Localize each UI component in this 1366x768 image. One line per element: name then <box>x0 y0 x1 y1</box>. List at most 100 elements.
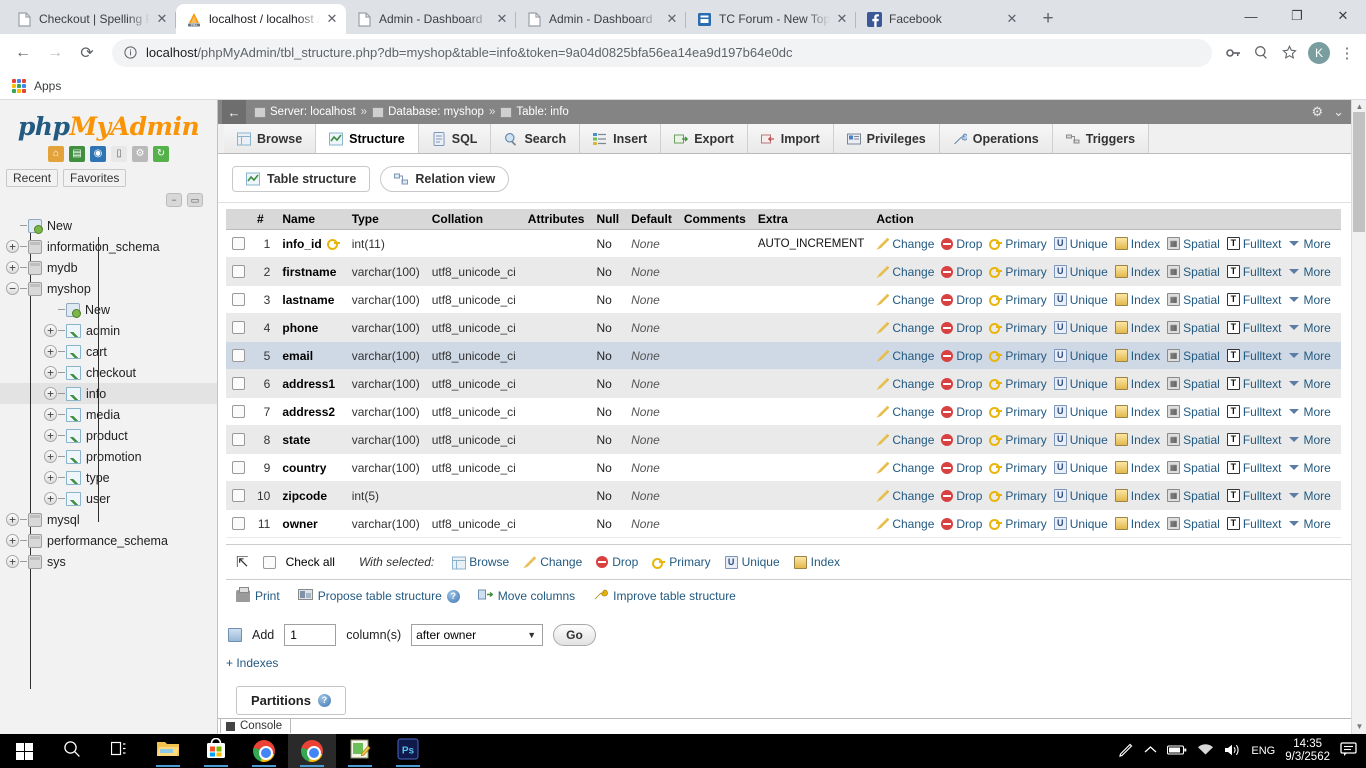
tree-item-new[interactable]: New <box>0 299 217 320</box>
action-drop[interactable]: Drop <box>941 349 982 363</box>
indexes-toggle[interactable]: + Indexes <box>218 650 1366 670</box>
action-spatial[interactable]: ▦ Spatial <box>1167 433 1220 447</box>
star-icon[interactable] <box>1276 40 1302 66</box>
volume-icon[interactable] <box>1224 743 1241 760</box>
expand-node-icon[interactable]: + <box>6 534 19 547</box>
recent-button[interactable]: Recent <box>6 169 59 187</box>
browser-tab-5[interactable]: Facebook ✕ <box>856 4 1026 34</box>
tab-sql[interactable]: SQL <box>418 124 492 153</box>
table-row[interactable]: 6 address1 varchar(100) utf8_unicode_ci No No… <box>226 369 1341 398</box>
action-drop[interactable]: Drop <box>941 517 982 531</box>
tree-item-myshop[interactable]: − myshop <box>0 278 217 299</box>
collapse-node-icon[interactable]: − <box>6 282 19 295</box>
action-primary[interactable]: Primary <box>989 517 1047 531</box>
tree-item-promotion[interactable]: + promotion <box>0 446 217 467</box>
action-unique[interactable]: U Unique <box>1053 265 1108 279</box>
action-more[interactable]: More <box>1288 461 1331 475</box>
tree-item-mydb[interactable]: + mydb <box>0 257 217 278</box>
expand-node-icon[interactable]: + <box>44 450 57 463</box>
breadcrumb-database[interactable]: Database: myshop <box>388 106 484 118</box>
table-row[interactable]: 5 email varchar(100) utf8_unicode_ci No None C… <box>226 341 1341 370</box>
row-checkbox[interactable] <box>232 404 245 418</box>
table-row[interactable]: 8 state varchar(100) utf8_unicode_ci No None C… <box>226 425 1341 454</box>
tree-item-media[interactable]: + media <box>0 404 217 425</box>
action-drop[interactable]: Drop <box>941 321 982 335</box>
expand-node-icon[interactable]: + <box>44 366 57 379</box>
tab-import[interactable]: Import <box>747 124 834 153</box>
action-more[interactable]: More <box>1288 377 1331 391</box>
tab-relation-view[interactable]: Relation view <box>380 166 510 192</box>
indexes-link[interactable]: + Indexes <box>226 656 278 670</box>
page-scrollbar[interactable]: ▲ ▼ <box>1351 100 1366 734</box>
action-change[interactable]: Change <box>876 517 934 531</box>
close-icon[interactable]: ✕ <box>664 11 680 27</box>
action-primary[interactable]: Primary <box>989 349 1047 363</box>
action-unique[interactable]: U Unique <box>1053 377 1108 391</box>
action-spatial[interactable]: ▦ Spatial <box>1167 293 1220 307</box>
reload-icon[interactable]: ⟳ <box>72 38 102 68</box>
tab-search[interactable]: Search <box>491 124 581 153</box>
action-change[interactable]: Change <box>876 237 934 251</box>
action-more[interactable]: More <box>1288 405 1331 419</box>
action-fulltext[interactable]: T Fulltext <box>1226 237 1282 251</box>
expand-node-icon[interactable]: + <box>6 555 19 568</box>
action-more[interactable]: More <box>1288 293 1331 307</box>
action-spatial[interactable]: ▦ Spatial <box>1167 237 1220 251</box>
action-fulltext[interactable]: T Fulltext <box>1226 265 1282 279</box>
tab-insert[interactable]: Insert <box>580 124 662 153</box>
action-primary[interactable]: Primary <box>989 265 1047 279</box>
new-tab-button[interactable]: + <box>1034 5 1062 33</box>
collapse-all-icon[interactable]: − <box>166 193 182 207</box>
improve-table-structure-link[interactable]: Improve table structure <box>593 588 736 604</box>
action-spatial[interactable]: ▦ Spatial <box>1167 405 1220 419</box>
action-fulltext[interactable]: T Fulltext <box>1226 377 1282 391</box>
file-explorer-button[interactable] <box>144 734 192 768</box>
action-drop[interactable]: Drop <box>941 293 982 307</box>
tree-item-admin[interactable]: + admin <box>0 320 217 341</box>
minimize-button[interactable]: — <box>1228 0 1274 32</box>
console-tab[interactable]: Console <box>220 718 292 733</box>
close-icon[interactable]: ✕ <box>494 11 510 27</box>
action-more[interactable]: More <box>1288 321 1331 335</box>
row-checkbox[interactable] <box>232 264 245 278</box>
action-spatial[interactable]: ▦ Spatial <box>1167 377 1220 391</box>
expand-node-icon[interactable]: + <box>44 324 57 337</box>
action-more[interactable]: More <box>1288 265 1331 279</box>
add-column-position-select[interactable]: after owner ▼ <box>411 624 544 646</box>
tab-structure[interactable]: Structure <box>316 124 419 153</box>
phpmyadmin-logo[interactable]: phpMyAdmin <box>0 100 217 141</box>
row-checkbox[interactable] <box>232 460 245 474</box>
expand-node-icon[interactable]: + <box>6 513 19 526</box>
row-checkbox[interactable] <box>232 376 245 390</box>
scrollbar-thumb[interactable] <box>1353 112 1365 232</box>
tree-item-information_schema[interactable]: + information_schema <box>0 236 217 257</box>
tree-item-user[interactable]: +user <box>0 488 217 509</box>
table-row[interactable]: 11 owner varchar(100) utf8_unicode_ci No None… <box>226 509 1341 538</box>
action-more[interactable]: More <box>1288 433 1331 447</box>
browser-tab-2[interactable]: Admin - Dashboard ✕ <box>346 4 516 34</box>
tree-item-sys[interactable]: + sys <box>0 551 217 572</box>
table-row[interactable]: 4 phone varchar(100) utf8_unicode_ci No None C… <box>226 313 1341 342</box>
action-unique[interactable]: U Unique <box>1053 321 1108 335</box>
address-bar[interactable]: localhost/phpMyAdmin/tbl_structure.php?d… <box>112 38 1212 67</box>
action-index[interactable]: Index <box>1114 321 1160 335</box>
action-unique[interactable]: U Unique <box>1053 405 1108 419</box>
check-all-checkbox[interactable] <box>262 555 276 569</box>
expand-node-icon[interactable]: + <box>44 387 57 400</box>
gear-icon[interactable]: ⚙ <box>1311 104 1323 120</box>
photoshop-button[interactable]: Ps <box>384 734 432 768</box>
action-index[interactable]: Index <box>1114 433 1160 447</box>
action-change[interactable]: Change <box>876 405 934 419</box>
action-drop[interactable]: Drop <box>941 237 982 251</box>
action-spatial[interactable]: ▦ Spatial <box>1167 265 1220 279</box>
profile-avatar[interactable]: K <box>1308 41 1330 64</box>
add-column-count-input[interactable] <box>284 624 337 646</box>
scroll-down-arrow-icon[interactable]: ▼ <box>1352 720 1366 734</box>
battery-icon[interactable] <box>1167 744 1187 759</box>
table-row[interactable]: 1 info_id int(11) No None AUTO_INCREMENT Chang… <box>226 229 1341 258</box>
action-index[interactable]: Index <box>1114 489 1160 503</box>
editor-button[interactable] <box>336 734 384 768</box>
move-columns-link[interactable]: Move columns <box>477 588 575 604</box>
action-fulltext[interactable]: T Fulltext <box>1226 489 1282 503</box>
action-primary[interactable]: Primary <box>989 489 1047 503</box>
